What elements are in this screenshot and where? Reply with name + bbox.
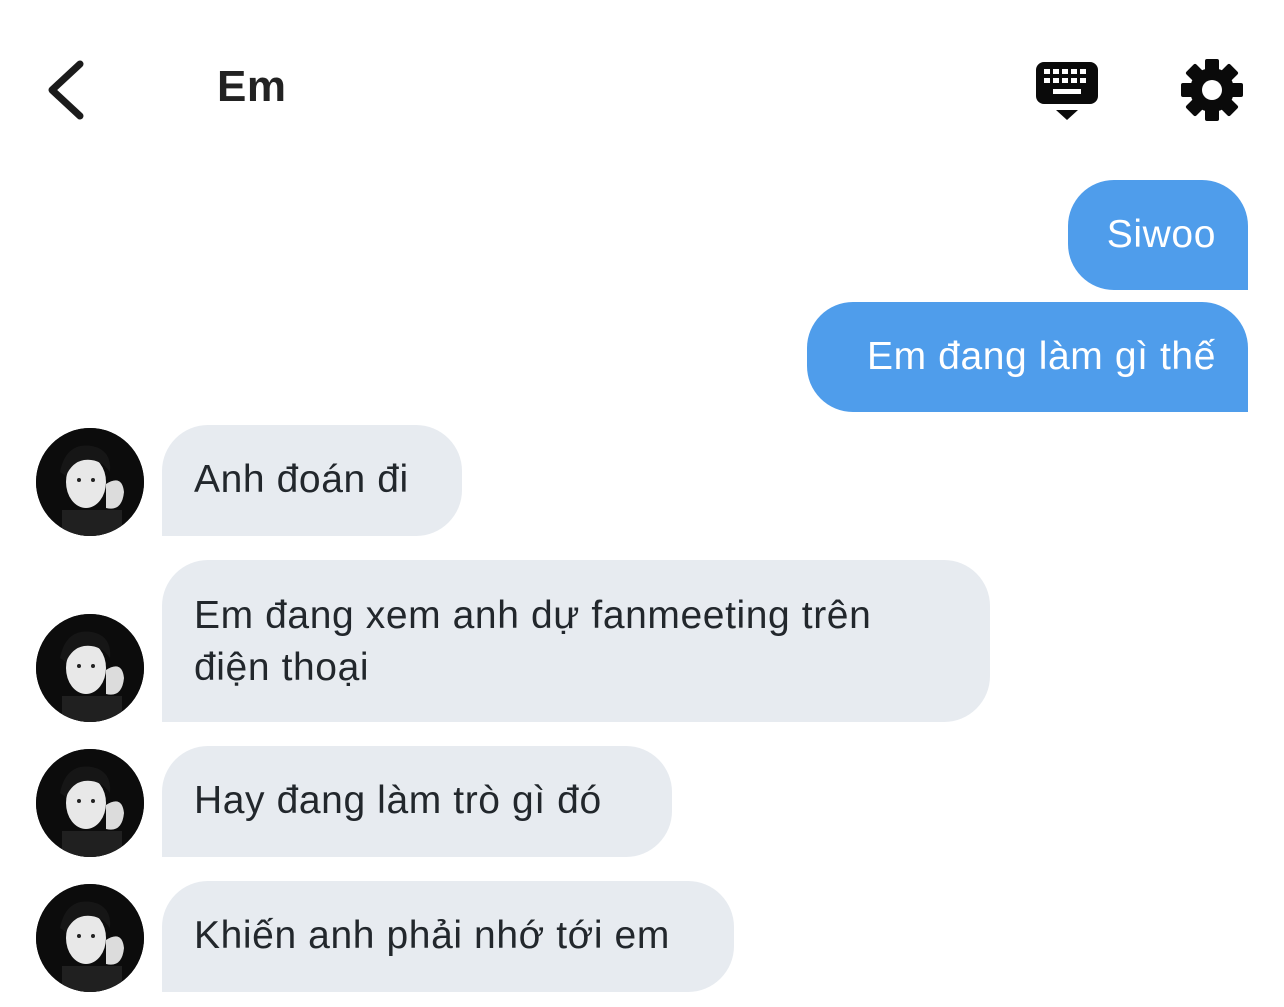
message-text: Hay đang làm trò gì đó xyxy=(194,779,602,822)
incoming-message[interactable]: Hay đang làm trò gì đó xyxy=(162,746,672,857)
message-text: Em đang xem anh dự fanmeeting trên điện … xyxy=(194,594,872,689)
profile-photo xyxy=(36,884,144,992)
message-text: Anh đoán đi xyxy=(194,458,409,501)
incoming-message[interactable]: Anh đoán đi xyxy=(162,425,462,536)
avatar[interactable] xyxy=(36,428,144,536)
message-thread: Siwoo Em đang làm gì thế Anh đoán đi Em … xyxy=(0,0,1284,1007)
message-text: Siwoo xyxy=(1106,213,1216,256)
avatar[interactable] xyxy=(36,884,144,992)
outgoing-message[interactable]: Em đang làm gì thế xyxy=(807,302,1248,412)
avatar[interactable] xyxy=(36,614,144,722)
message-text: Em đang làm gì thế xyxy=(867,335,1216,378)
outgoing-message[interactable]: Siwoo xyxy=(1068,180,1248,290)
message-text: Khiến anh phải nhớ tới em xyxy=(194,914,670,957)
profile-photo xyxy=(36,614,144,722)
profile-photo xyxy=(36,749,144,857)
avatar[interactable] xyxy=(36,749,144,857)
profile-photo xyxy=(36,428,144,536)
incoming-message[interactable]: Em đang xem anh dự fanmeeting trên điện … xyxy=(162,560,990,722)
incoming-message[interactable]: Khiến anh phải nhớ tới em xyxy=(162,881,734,992)
